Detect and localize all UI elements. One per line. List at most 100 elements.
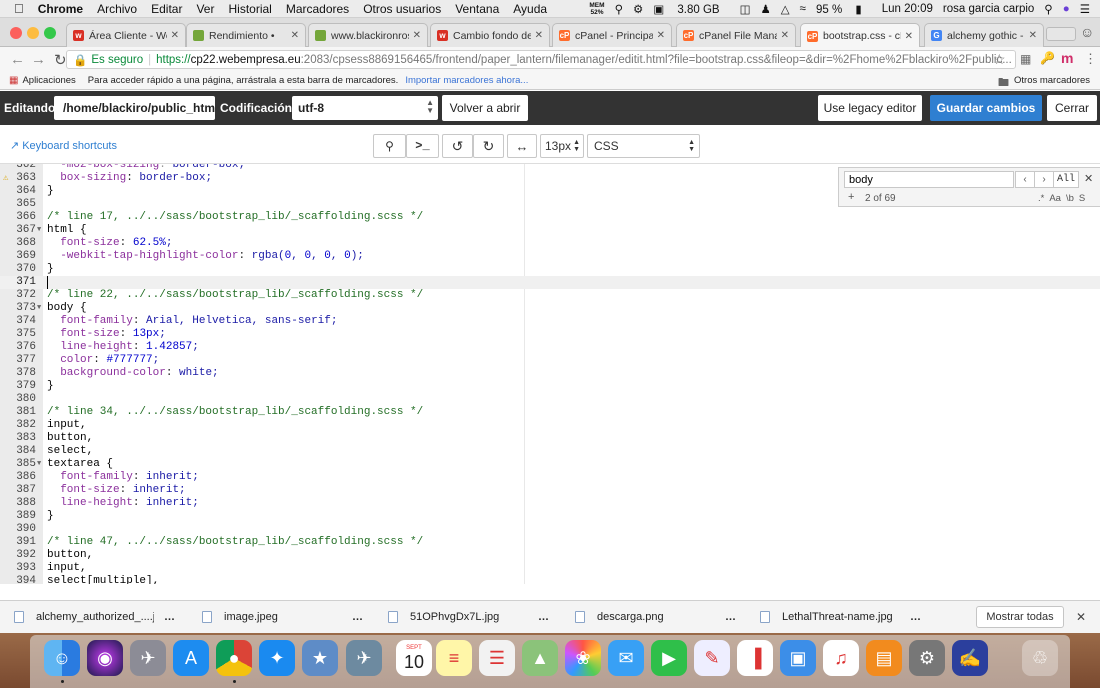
browser-tab[interactable]: Rendimiento • ✕ xyxy=(186,23,306,47)
code-line[interactable]: 380 xyxy=(0,393,1100,406)
close-tab-icon[interactable]: ✕ xyxy=(413,30,421,41)
code-line[interactable]: 388 line-height: inherit; xyxy=(0,497,1100,510)
close-tab-icon[interactable]: ✕ xyxy=(781,30,789,41)
code-line[interactable]: 385 ▼ textarea { xyxy=(0,458,1100,471)
download-more-icon[interactable]: … xyxy=(538,611,549,623)
code-line[interactable]: 378 background-color: white; xyxy=(0,367,1100,380)
download-more-icon[interactable]: … xyxy=(352,611,363,623)
extension-icon[interactable]: ▦ xyxy=(1020,52,1031,66)
messages-app-icon[interactable]: ✉ xyxy=(608,640,644,676)
code-line[interactable]: 366 /* line 17, ../../sass/bootstrap_lib/… xyxy=(0,211,1100,224)
close-tab-icon[interactable]: ✕ xyxy=(1029,30,1037,41)
fold-arrow-icon[interactable]: ▼ xyxy=(37,224,41,237)
zoom-window-button[interactable] xyxy=(44,27,56,39)
photos-app-icon[interactable]: ❀ xyxy=(565,640,601,676)
chrome-menu-icon[interactable]: ⋮ xyxy=(1084,51,1097,67)
unknown-app-icon[interactable]: ✍ xyxy=(952,640,988,676)
menu-editar[interactable]: Editar xyxy=(151,2,182,16)
trash-icon[interactable]: ♲ xyxy=(1022,640,1058,676)
reload-icon[interactable]: ↻ xyxy=(54,51,67,69)
browser-tab[interactable]: Galchemy gothic - B ✕ xyxy=(924,23,1044,47)
keyboard-shortcuts-link[interactable]: ↗ Keyboard shortcuts xyxy=(10,139,117,153)
code-line[interactable]: 386 font-family: inherit; xyxy=(0,471,1100,484)
numbers-app-icon[interactable]: ▐ xyxy=(737,640,773,676)
menu-ver[interactable]: Ver xyxy=(196,2,214,16)
minimize-window-button[interactable] xyxy=(27,27,39,39)
browser-tab[interactable]: w Cambio fondo defa ✕ xyxy=(430,23,550,47)
fold-arrow-icon[interactable]: ▼ xyxy=(37,302,41,315)
terminal-button[interactable]: >_ xyxy=(406,134,439,158)
code-line[interactable]: 371 xyxy=(0,276,1100,289)
browser-tab[interactable]: cP bootstrap.css - cP ✕ xyxy=(800,23,920,48)
find-all-button[interactable]: All xyxy=(1053,171,1079,188)
user-name[interactable]: rosa garcia carpio xyxy=(943,3,1034,15)
close-downloads-icon[interactable]: ✕ xyxy=(1076,610,1086,624)
finder-app-icon[interactable]: ☺ xyxy=(44,640,80,676)
code-line[interactable]: 374 font-family: Arial, Helvetica, sans-… xyxy=(0,315,1100,328)
replace-toggle-icon[interactable]: + xyxy=(848,191,854,203)
calendar-app-icon[interactable]: SEPT 10 xyxy=(396,640,432,676)
download-item[interactable]: image.jpeg… xyxy=(202,611,363,623)
warning-icon[interactable]: ⚠ xyxy=(3,172,8,185)
download-item[interactable]: LethalThreat-name.jpg… xyxy=(760,611,921,623)
chrome-app-icon[interactable]: ● xyxy=(216,640,252,676)
fold-arrow-icon[interactable]: ▼ xyxy=(37,458,41,471)
code-line[interactable]: 377 color: #777777; xyxy=(0,354,1100,367)
menu-marcadores[interactable]: Marcadores xyxy=(286,2,349,16)
apple-menu-icon[interactable]:  xyxy=(14,1,24,16)
code-line[interactable]: 391 /* line 47, ../../sass/bootstrap_lib/… xyxy=(0,536,1100,549)
app-menu-chrome[interactable]: Chrome xyxy=(38,2,83,16)
code-line[interactable]: 369 -webkit-tap-highlight-color: rgba(0,… xyxy=(0,250,1100,263)
undo-button[interactable]: ↺ xyxy=(442,134,473,158)
close-tab-icon[interactable]: ✕ xyxy=(171,30,179,41)
apps-link[interactable]: Aplicaciones xyxy=(22,75,75,86)
code-line[interactable]: 394 select[multiple], xyxy=(0,575,1100,584)
keynote-app-icon[interactable]: ✎ xyxy=(694,640,730,676)
airplay-icon[interactable]: △ xyxy=(781,2,790,16)
notification-center-icon[interactable]: ☰ xyxy=(1080,2,1090,16)
tray-icon[interactable]: ◫ xyxy=(740,2,751,16)
code-line[interactable]: 387 font-size: inherit; xyxy=(0,484,1100,497)
code-line[interactable]: 389} xyxy=(0,510,1100,523)
notes-app-icon[interactable]: ≡ xyxy=(436,640,472,676)
download-item[interactable]: alchemy_authorized_....jpg… xyxy=(14,611,175,623)
browser-tab[interactable]: www.blackironrose ✕ xyxy=(308,23,428,47)
close-tab-icon[interactable]: ✕ xyxy=(535,30,543,41)
find-next-button[interactable]: › xyxy=(1034,171,1054,188)
music-app-icon[interactable]: ♫ xyxy=(823,640,859,676)
code-lines[interactable]: 362 -moz-box-sizing: border-box; 363 ⚠ box… xyxy=(0,164,1100,584)
battery-indicator[interactable]: 95 % ▮ xyxy=(816,2,872,16)
forward-arrow-icon[interactable]: → xyxy=(31,51,46,68)
download-item[interactable]: 51OPhvgDx7L.jpg… xyxy=(388,611,549,623)
facetime-app-icon[interactable]: ▶ xyxy=(651,640,687,676)
bookmark-star-icon[interactable]: ☆ xyxy=(993,51,1006,68)
wifi-icon[interactable]: ≈ xyxy=(800,3,806,15)
close-tab-icon[interactable]: ✕ xyxy=(905,31,913,42)
clock[interactable]: Lun 20:09 xyxy=(882,3,933,15)
code-line[interactable]: 393 input, xyxy=(0,562,1100,575)
font-size-select[interactable]: 13px ▲ ▼ xyxy=(540,134,584,158)
maps-app-icon[interactable]: ▲ xyxy=(522,640,558,676)
app-store-icon[interactable]: A xyxy=(173,640,209,676)
spotlight-icon[interactable]: ⚲ xyxy=(1044,2,1052,16)
close-button[interactable]: Cerrar xyxy=(1047,95,1097,121)
keynote-stand-app-icon[interactable]: ▣ xyxy=(780,640,816,676)
close-tab-icon[interactable]: ✕ xyxy=(657,30,665,41)
memory-indicator[interactable]: MEM 52% xyxy=(589,2,604,16)
code-editor[interactable]: 362 -moz-box-sizing: border-box; 363 ⚠ box… xyxy=(0,164,1100,584)
encoding-select[interactable]: utf-8 ▲ ▼ xyxy=(292,96,438,120)
menu-ayuda[interactable]: Ayuda xyxy=(513,2,547,16)
code-line[interactable]: 392 button, xyxy=(0,549,1100,562)
key-extension-icon[interactable]: 🔑 xyxy=(1040,51,1055,65)
code-line[interactable]: 372 /* line 22, ../../sass/bootstrap_lib/… xyxy=(0,289,1100,302)
search-input[interactable] xyxy=(844,171,1014,188)
import-bookmarks-link[interactable]: Importar marcadores ahora... xyxy=(405,75,528,86)
url-input[interactable]: 🔒 Es seguro | https://cp22.webempresa.eu… xyxy=(66,50,1016,69)
user-status-icon[interactable]: ♟ xyxy=(760,2,770,16)
mode-select[interactable]: CSS ▲ ▼ xyxy=(587,134,700,158)
close-window-button[interactable] xyxy=(10,27,22,39)
whole-word-option[interactable]: \b xyxy=(1066,193,1074,204)
storage-indicator[interactable]: ▣ 3.80 GB xyxy=(653,2,729,16)
code-line[interactable]: 390 xyxy=(0,523,1100,536)
browser-tab[interactable]: cP cPanel File Manage ✕ xyxy=(676,23,796,47)
